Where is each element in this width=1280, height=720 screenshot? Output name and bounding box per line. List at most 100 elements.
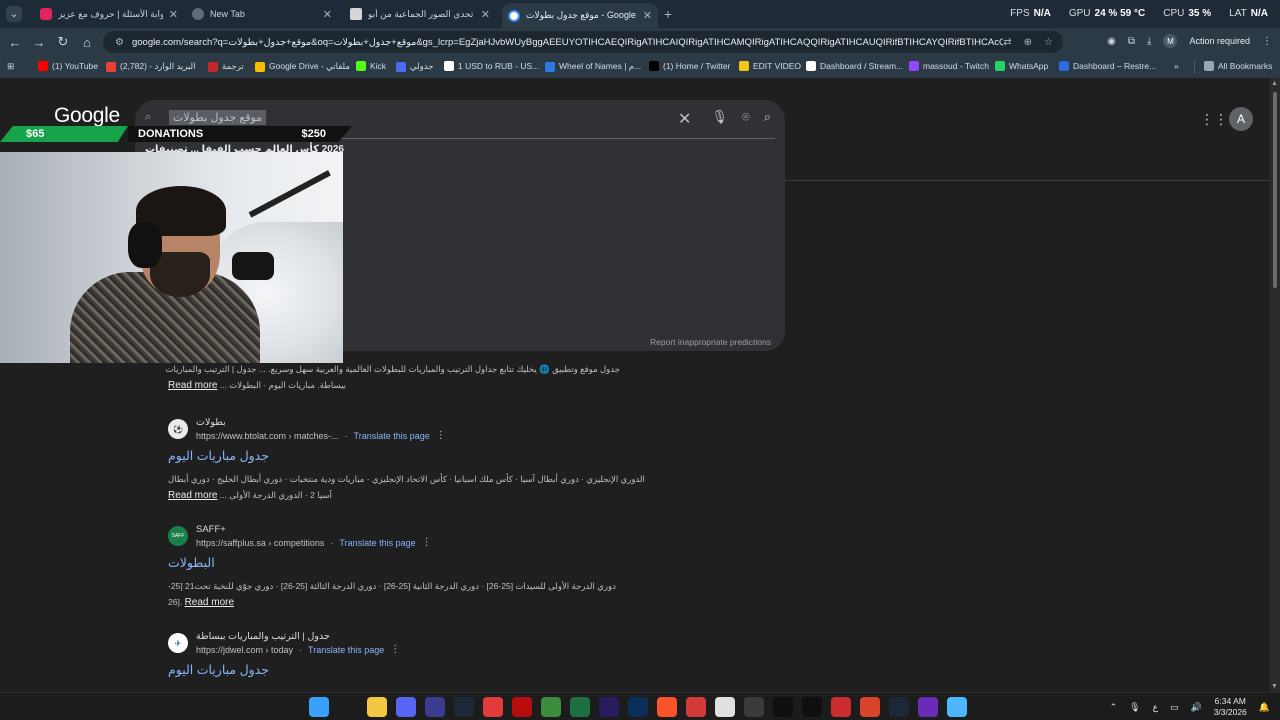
scroll-up-icon[interactable]: ▲: [1271, 80, 1278, 87]
tab-3-active[interactable]: موقع جدول بطولات - Google Search ✕: [502, 3, 658, 28]
eu-icon[interactable]: [483, 697, 503, 717]
obs-icon[interactable]: [744, 697, 764, 717]
tab-0[interactable]: بوابة الأسئلة | حروف مع عزيز ✕: [34, 3, 184, 25]
media-icon[interactable]: [425, 697, 445, 717]
home-icon[interactable]: ⌂: [75, 30, 99, 54]
result-title-link[interactable]: البطولات: [168, 555, 616, 570]
back-icon[interactable]: ←: [3, 30, 27, 54]
notification-icon[interactable]: 🔔: [1259, 702, 1270, 713]
tab-search-button[interactable]: ⌄: [6, 6, 22, 22]
url-text[interactable]: google.com/search?q=موقع+جدول+بطولات&oq=…: [132, 37, 1003, 48]
bookmark-item[interactable]: Kick: [356, 61, 386, 71]
extension-icon[interactable]: ◉: [1107, 36, 1116, 47]
more-bookmarks-icon[interactable]: »: [1174, 61, 1179, 71]
premiere-icon[interactable]: [599, 697, 619, 717]
search-submit-icon[interactable]: ⌕: [764, 109, 771, 129]
network-icon[interactable]: ▭: [1170, 702, 1179, 713]
tab-1[interactable]: New Tab ✕: [186, 3, 338, 25]
search-input[interactable]: موقع جدول بطولات: [169, 110, 267, 125]
scroll-down-icon[interactable]: ▼: [1271, 683, 1278, 690]
tab-2[interactable]: لعبة تحدي الصور الجماعية من أبو ✕: [344, 3, 496, 25]
app-purple-icon[interactable]: [918, 697, 938, 717]
menu-dots-icon[interactable]: ⋮: [1262, 36, 1272, 47]
microphone-icon[interactable]: 🎙: [711, 109, 728, 129]
more-options-icon[interactable]: ⋮: [390, 644, 400, 655]
profile-avatar[interactable]: M: [1163, 34, 1178, 48]
read-more-link[interactable]: Read more: [168, 490, 217, 501]
excel-icon[interactable]: [570, 697, 590, 717]
close-icon[interactable]: ✕: [169, 8, 178, 21]
report-predictions-link[interactable]: Report inappropriate predictions: [650, 337, 771, 347]
forward-icon[interactable]: →: [27, 30, 51, 54]
chrome-icon[interactable]: [715, 697, 735, 717]
all-bookmarks[interactable]: All Bookmarks: [1204, 61, 1272, 71]
result-site[interactable]: ⚽ بطولات https://www.btolat.com › matche…: [168, 417, 645, 441]
account-avatar[interactable]: A: [1229, 107, 1253, 131]
more-options-icon[interactable]: ⋮: [436, 430, 446, 441]
bookmark-item[interactable]: Google Drive - ملفاتي: [255, 61, 350, 72]
action-required-button[interactable]: Action required: [1189, 36, 1250, 46]
extensions-puzzle-icon[interactable]: ⧉: [1128, 36, 1135, 47]
bookmark-item[interactable]: Dashboard / Stream...: [806, 61, 903, 71]
app-orange-icon[interactable]: [860, 697, 880, 717]
address-bar[interactable]: ⚙ google.com/search?q=موقع+جدول+بطولات&o…: [103, 31, 1063, 53]
new-tab-button[interactable]: +: [664, 6, 672, 22]
result-title-link[interactable]: جدول مباريات اليوم: [168, 662, 400, 677]
steam2-icon[interactable]: [889, 697, 909, 717]
bookmark-item[interactable]: massoud - Twitch: [909, 61, 989, 71]
camera-lens-icon[interactable]: ⌾: [742, 109, 750, 129]
clock[interactable]: 6:34 AM 3/3/2026: [1214, 696, 1247, 718]
mic-tray-icon[interactable]: 🎙: [1129, 702, 1140, 713]
photoshop-icon[interactable]: [628, 697, 648, 717]
volume-icon[interactable]: 🔊: [1190, 702, 1201, 713]
brave-icon[interactable]: [657, 697, 677, 717]
read-more-link[interactable]: Read more: [185, 597, 234, 608]
result-site[interactable]: SAFF SAFF+ https://saffplus.sa › competi…: [168, 524, 616, 548]
discord-icon[interactable]: [396, 697, 416, 717]
site-info-icon[interactable]: ⚙: [115, 37, 124, 48]
close-icon[interactable]: ✕: [643, 9, 652, 22]
app-red-icon[interactable]: [512, 697, 532, 717]
chevron-up-icon[interactable]: ⌃: [1110, 702, 1118, 713]
translate-icon[interactable]: ⇄: [1003, 37, 1011, 48]
clear-icon[interactable]: ✕: [678, 109, 691, 129]
translate-link[interactable]: Translate this page: [354, 431, 430, 441]
apps-grid-icon[interactable]: ⊞: [7, 61, 14, 72]
bookmark-item[interactable]: (2,782) - البريد الوارد: [106, 61, 196, 72]
bookmark-item[interactable]: EDIT VIDEO: [739, 61, 801, 71]
zoom-icon[interactable]: ⊕: [1024, 37, 1032, 48]
steam-icon[interactable]: [454, 697, 474, 717]
scrollbar-thumb[interactable]: [1273, 92, 1277, 288]
result-site[interactable]: ✈ جدول | الترتيب والمباريات ببساطة https…: [168, 631, 400, 655]
windows-icon[interactable]: [309, 697, 329, 717]
capcut-icon[interactable]: [773, 697, 793, 717]
bookmark-item[interactable]: WhatsApp: [995, 61, 1048, 71]
result-title-link[interactable]: جدول مباريات اليوم: [168, 448, 645, 463]
translate-link[interactable]: Translate this page: [308, 645, 384, 655]
app-red3-icon[interactable]: [831, 697, 851, 717]
download-icon[interactable]: ⤓: [1147, 36, 1151, 47]
close-icon[interactable]: ✕: [481, 8, 490, 21]
close-icon[interactable]: ✕: [323, 8, 332, 21]
reload-icon[interactable]: ↻: [51, 30, 75, 54]
notepad-icon[interactable]: [947, 697, 967, 717]
bookmark-item[interactable]: Wheel of Names | م...: [545, 61, 641, 72]
app-green-icon[interactable]: [541, 697, 561, 717]
google-logo[interactable]: Google: [54, 104, 120, 128]
bookmark-item[interactable]: (1) Home / Twitter: [649, 61, 730, 71]
language-indicator[interactable]: ع: [1153, 702, 1158, 713]
bookmark-item[interactable]: (1) YouTube: [38, 61, 98, 71]
search-icon[interactable]: [338, 697, 358, 717]
bookmark-item[interactable]: ترجمة: [208, 61, 244, 72]
more-options-icon[interactable]: ⋮: [422, 537, 432, 548]
app-red2-icon[interactable]: [686, 697, 706, 717]
bookmark-item[interactable]: Dashboard – Restre...: [1059, 61, 1156, 71]
app-dark-icon[interactable]: [802, 697, 822, 717]
files-icon[interactable]: [367, 697, 387, 717]
bookmark-star-icon[interactable]: ☆: [1044, 37, 1053, 48]
read-more-link[interactable]: Read more: [168, 380, 217, 391]
translate-link[interactable]: Translate this page: [339, 538, 415, 548]
bookmark-item[interactable]: جدولي: [396, 61, 434, 72]
bookmark-item[interactable]: 1 USD to RUB - US...: [444, 61, 539, 71]
page-scrollbar[interactable]: ▲ ▼: [1270, 78, 1280, 692]
